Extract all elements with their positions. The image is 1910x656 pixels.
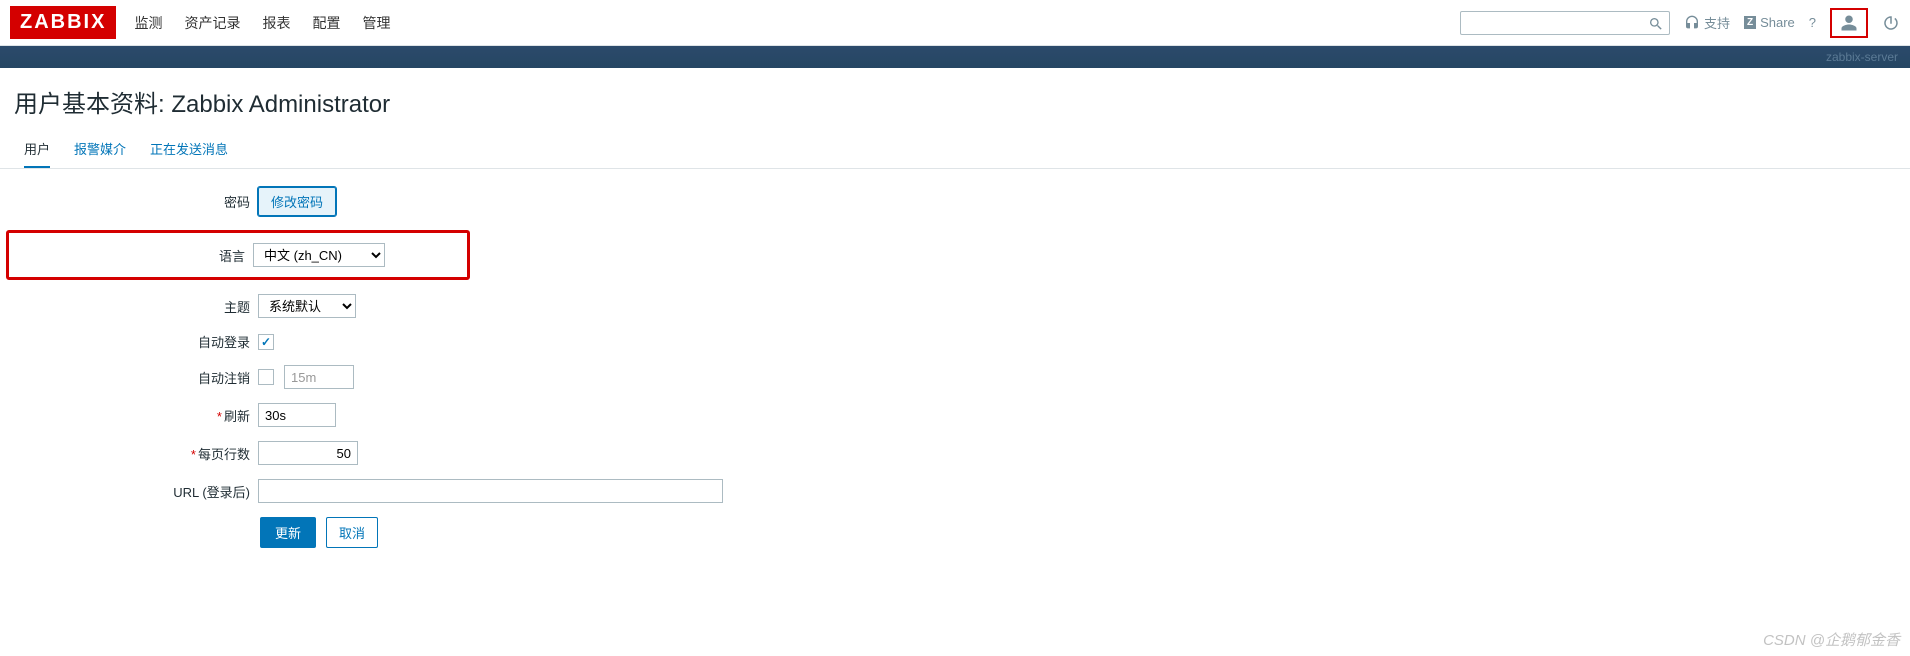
label-theme: 主题 (0, 297, 258, 316)
share-link[interactable]: Z Share (1744, 15, 1795, 30)
label-url: URL (登录后) (0, 482, 258, 501)
logout-button[interactable] (1882, 14, 1900, 32)
server-name-label: zabbix-server (1826, 50, 1898, 64)
label-refresh: *刷新 (0, 406, 258, 425)
user-icon (1840, 14, 1858, 32)
tab-messaging[interactable]: 正在发送消息 (150, 131, 228, 168)
language-select[interactable]: 中文 (zh_CN) (253, 243, 385, 267)
row-theme: 主题 系统默认 (0, 294, 1910, 318)
rows-per-page-input[interactable] (258, 441, 358, 465)
help-link[interactable]: ? (1809, 15, 1816, 30)
nav-configuration[interactable]: 配置 (312, 13, 340, 33)
url-after-login-input[interactable] (258, 479, 723, 503)
search-input[interactable] (1460, 11, 1670, 35)
top-header: ZABBIX 监测 资产记录 报表 配置 管理 支持 Z Share ? (0, 0, 1910, 46)
main-nav: 监测 资产记录 报表 配置 管理 (134, 13, 1459, 33)
theme-select[interactable]: 系统默认 (258, 294, 356, 318)
auto-login-checkbox[interactable] (258, 334, 274, 350)
auto-logout-input (284, 365, 354, 389)
label-auto-login: 自动登录 (0, 332, 258, 351)
user-profile-form: 密码 修改密码 语言 中文 (zh_CN) 主题 系统默认 自动登录 自动注销 … (0, 169, 1910, 578)
support-label: 支持 (1704, 13, 1730, 32)
header-right: 支持 Z Share ? (1460, 8, 1900, 38)
label-auto-logout: 自动注销 (0, 368, 258, 387)
row-refresh: *刷新 (0, 403, 1910, 427)
watermark-text: CSDN @企鹅郁金香 (1763, 629, 1900, 650)
auto-logout-checkbox[interactable] (258, 369, 274, 385)
row-password: 密码 修改密码 (0, 187, 1910, 216)
row-language-highlight: 语言 中文 (zh_CN) (6, 230, 470, 280)
refresh-input[interactable] (258, 403, 336, 427)
update-button[interactable]: 更新 (260, 517, 316, 548)
row-auto-logout: 自动注销 (0, 365, 1910, 389)
tab-user[interactable]: 用户 (24, 131, 50, 168)
form-tabs: 用户 报警媒介 正在发送消息 (0, 131, 1910, 169)
search-wrap (1460, 11, 1670, 35)
label-rows: *每页行数 (0, 444, 258, 463)
zabbix-logo[interactable]: ZABBIX (10, 6, 116, 39)
support-link[interactable]: 支持 (1684, 13, 1730, 32)
label-password: 密码 (0, 192, 258, 211)
row-auto-login: 自动登录 (0, 332, 1910, 351)
power-icon (1882, 14, 1900, 32)
label-language: 语言 (9, 246, 253, 265)
search-icon[interactable] (1648, 16, 1664, 35)
change-password-button[interactable]: 修改密码 (258, 187, 336, 216)
share-label: Share (1760, 15, 1795, 30)
nav-reports[interactable]: 报表 (262, 13, 290, 33)
nav-monitoring[interactable]: 监测 (134, 13, 162, 33)
nav-administration[interactable]: 管理 (362, 13, 390, 33)
tab-media[interactable]: 报警媒介 (74, 131, 126, 168)
form-actions: 更新 取消 (260, 517, 1910, 548)
row-url: URL (登录后) (0, 479, 1910, 503)
headset-icon (1684, 15, 1700, 31)
user-profile-button[interactable] (1830, 8, 1868, 38)
nav-inventory[interactable]: 资产记录 (184, 13, 240, 33)
sub-header-bar: zabbix-server (0, 46, 1910, 68)
cancel-button[interactable]: 取消 (326, 517, 378, 548)
page-title: 用户基本资料: Zabbix Administrator (0, 68, 1910, 131)
row-rows-per-page: *每页行数 (0, 441, 1910, 465)
z-icon: Z (1744, 16, 1756, 29)
